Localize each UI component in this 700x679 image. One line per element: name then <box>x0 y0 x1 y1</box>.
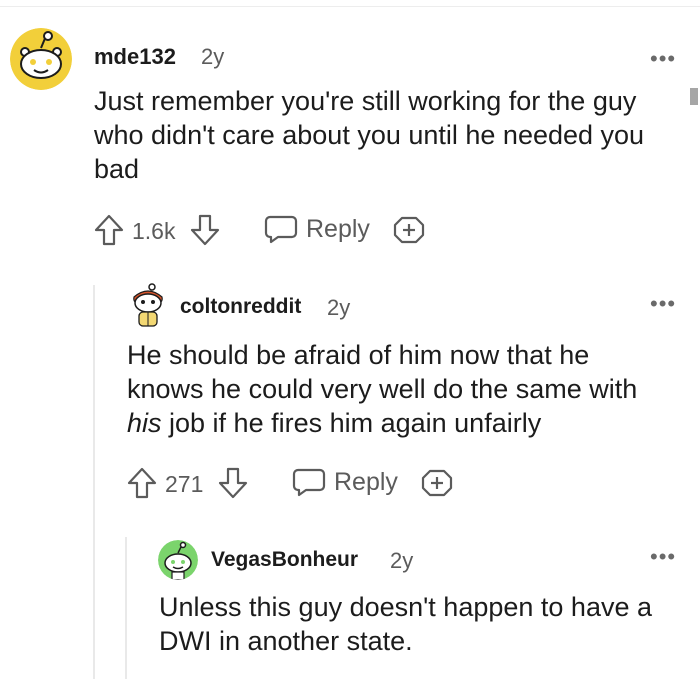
comment-body: Just remember you're still working for t… <box>94 84 694 186</box>
more-options-icon[interactable]: ••• <box>650 293 676 315</box>
comment-line-rest: job if he fires him again unfairly <box>161 408 542 438</box>
comment-body: Unless this guy doesn't happen to have a… <box>159 590 689 658</box>
reply-label: Reply <box>334 468 398 496</box>
reply-label: Reply <box>306 215 370 243</box>
top-divider <box>0 6 700 7</box>
comment-age: 2y <box>390 548 414 573</box>
comment-age: 2y <box>201 44 225 69</box>
snoo-avatar-icon <box>158 540 198 580</box>
vote-count: 271 <box>165 471 204 497</box>
comment-line: who didn't care about you until he neede… <box>94 120 645 150</box>
downvote-icon[interactable] <box>218 467 248 499</box>
thread-line-level2[interactable] <box>125 537 127 679</box>
comment-line: his job if he fires him again unfairly <box>127 406 687 440</box>
reply-bubble-icon <box>292 468 326 497</box>
comment-body: He should be afraid of him now that he k… <box>127 338 687 440</box>
more-options-icon[interactable]: ••• <box>650 48 676 70</box>
username[interactable]: coltonreddit <box>180 295 301 319</box>
username[interactable]: mde132 <box>94 44 176 70</box>
snoo-avatar-icon <box>133 283 163 327</box>
avatar[interactable] <box>10 28 72 90</box>
comment-line: Unless this guy doesn't happen to have a <box>159 592 652 622</box>
scrollbar-thumb[interactable] <box>690 88 698 105</box>
more-options-icon[interactable]: ••• <box>650 546 676 568</box>
avatar[interactable] <box>158 540 198 580</box>
comment-line: Just remember you're still working for t… <box>94 86 637 116</box>
award-icon[interactable] <box>392 213 426 247</box>
username[interactable]: VegasBonheur <box>211 548 358 572</box>
reply-bubble-icon <box>264 215 298 244</box>
thread-line-level1[interactable] <box>93 285 95 679</box>
upvote-icon[interactable] <box>127 467 157 499</box>
avatar[interactable] <box>128 283 168 329</box>
snoo-avatar-icon <box>10 28 72 90</box>
comment-line: knows he could very well do the same wit… <box>127 374 638 404</box>
comment-age: 2y <box>327 295 351 320</box>
upvote-icon[interactable] <box>94 214 124 246</box>
emphasis-text: his <box>127 408 162 438</box>
comment-line: He should be afraid of him now that he <box>127 340 590 370</box>
comment-line: DWI in another state. <box>159 626 413 656</box>
comment-line: bad <box>94 154 140 184</box>
award-icon[interactable] <box>420 466 454 500</box>
downvote-icon[interactable] <box>190 214 220 246</box>
vote-count: 1.6k <box>132 218 176 244</box>
